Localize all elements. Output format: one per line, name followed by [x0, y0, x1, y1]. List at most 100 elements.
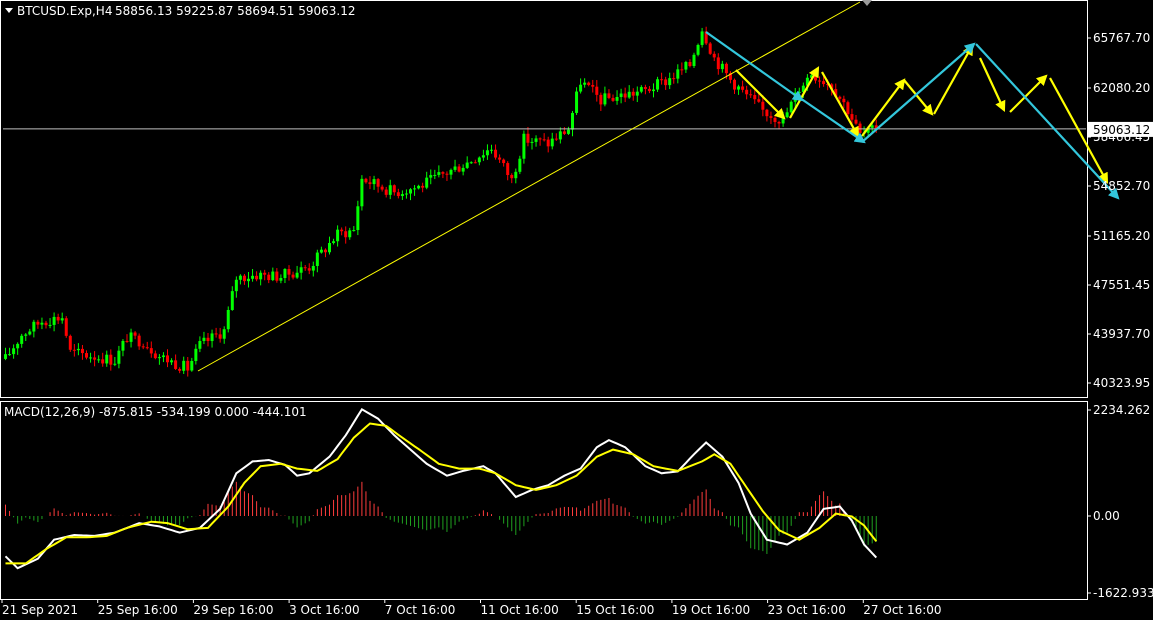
candle-body	[668, 78, 672, 86]
candle-body	[149, 348, 153, 354]
candle-body	[765, 109, 769, 117]
current-price-label: 59063.12	[1093, 123, 1150, 137]
candle-body	[380, 186, 384, 190]
candle-body	[672, 78, 676, 80]
candle-body	[12, 348, 16, 355]
candle-body	[319, 249, 323, 253]
candle-body	[202, 337, 206, 342]
candle-body	[129, 332, 133, 342]
candle-body	[684, 62, 688, 70]
candle-body	[8, 354, 12, 356]
candle-body	[242, 275, 246, 282]
candle-body	[485, 150, 489, 156]
candle-body	[64, 318, 68, 336]
candle-body	[680, 69, 684, 71]
candle-body	[554, 138, 558, 140]
candle-body	[546, 139, 550, 147]
candle-body	[36, 321, 40, 325]
candle-body	[210, 333, 214, 342]
candle-body	[538, 138, 542, 140]
candle-body	[174, 360, 178, 369]
candle-body	[85, 353, 88, 358]
candle-body	[542, 139, 546, 141]
candle-body	[647, 88, 651, 92]
trading-chart[interactable]: 65767.7062080.2058466.4554852.7051165.20…	[0, 0, 1153, 620]
candle-body	[643, 87, 647, 89]
candle-body	[109, 354, 113, 365]
chart-symbol-label: BTCUSD.Exp,H4	[17, 4, 112, 18]
price-axis-label: 65767.70	[1093, 31, 1150, 45]
candle-body	[417, 185, 421, 189]
candle-body	[437, 172, 441, 175]
candle-body	[631, 91, 635, 96]
candle-body	[441, 172, 445, 174]
candle-body	[105, 354, 109, 364]
candle-body	[429, 175, 433, 178]
candle-body	[457, 166, 461, 172]
candle-body	[664, 79, 668, 86]
candle-body	[396, 192, 400, 197]
candle-body	[72, 349, 76, 351]
candle-body	[583, 82, 587, 85]
candle-body	[348, 230, 352, 238]
candle-body	[166, 355, 169, 363]
candle-body	[591, 84, 595, 87]
macd-axis-label: 2234.262	[1093, 403, 1150, 417]
candle-body	[733, 79, 736, 90]
candle-body	[409, 189, 412, 194]
time-axis-label: 7 Oct 16:00	[385, 603, 456, 617]
time-axis-label: 15 Oct 16:00	[576, 603, 654, 617]
macd-axis-label: 0.00	[1093, 509, 1120, 523]
candle-body	[89, 357, 93, 359]
candle-body	[372, 179, 376, 185]
candle-body	[514, 171, 518, 179]
candle-body	[214, 333, 218, 335]
candle-body	[425, 177, 429, 188]
candle-body	[198, 341, 202, 349]
candle-body	[344, 231, 348, 238]
candle-body	[530, 141, 534, 143]
candle-body	[287, 269, 291, 275]
candle-body	[190, 360, 194, 371]
candle-body	[522, 133, 526, 159]
price-axis-label: 54852.70	[1093, 179, 1150, 193]
candle-body	[279, 278, 283, 281]
candle-body	[52, 316, 56, 325]
candle-body	[660, 79, 664, 81]
time-axis-label: 23 Oct 16:00	[768, 603, 846, 617]
candle-body	[251, 275, 255, 279]
candle-body	[206, 337, 210, 342]
candle-body	[404, 193, 408, 195]
candle-body	[506, 163, 510, 176]
candle-body	[356, 206, 360, 231]
candle-body	[303, 267, 307, 269]
candle-body	[639, 87, 643, 92]
candle-body	[255, 275, 259, 280]
candle-body	[688, 62, 692, 67]
candle-body	[234, 279, 238, 292]
candle-body	[562, 131, 566, 134]
candle-body	[757, 99, 761, 102]
time-axis-label: 21 Sep 2021	[2, 603, 78, 617]
candle-body	[745, 89, 749, 95]
candle-body	[769, 116, 773, 118]
candle-body	[93, 357, 97, 360]
candle-body	[607, 93, 611, 98]
candle-body	[388, 185, 392, 195]
candle-body	[340, 229, 344, 232]
time-axis-label: 19 Oct 16:00	[672, 603, 750, 617]
candle-body	[789, 101, 793, 113]
time-axis-label: 25 Sep 16:00	[98, 603, 178, 617]
candle-body	[20, 335, 24, 344]
candle-body	[32, 321, 36, 332]
candle-body	[259, 272, 263, 280]
candle-body	[113, 363, 117, 365]
candle-body	[145, 347, 149, 349]
candle-body	[550, 138, 554, 147]
candle-body	[490, 149, 493, 151]
candle-body	[635, 91, 639, 96]
candle-body	[571, 112, 574, 130]
macd-indicator-label: MACD(12,26,9) -875.815 -534.199 0.000 -4…	[4, 405, 307, 419]
candle-body	[700, 31, 704, 45]
price-axis-label: 47551.45	[1093, 278, 1150, 292]
